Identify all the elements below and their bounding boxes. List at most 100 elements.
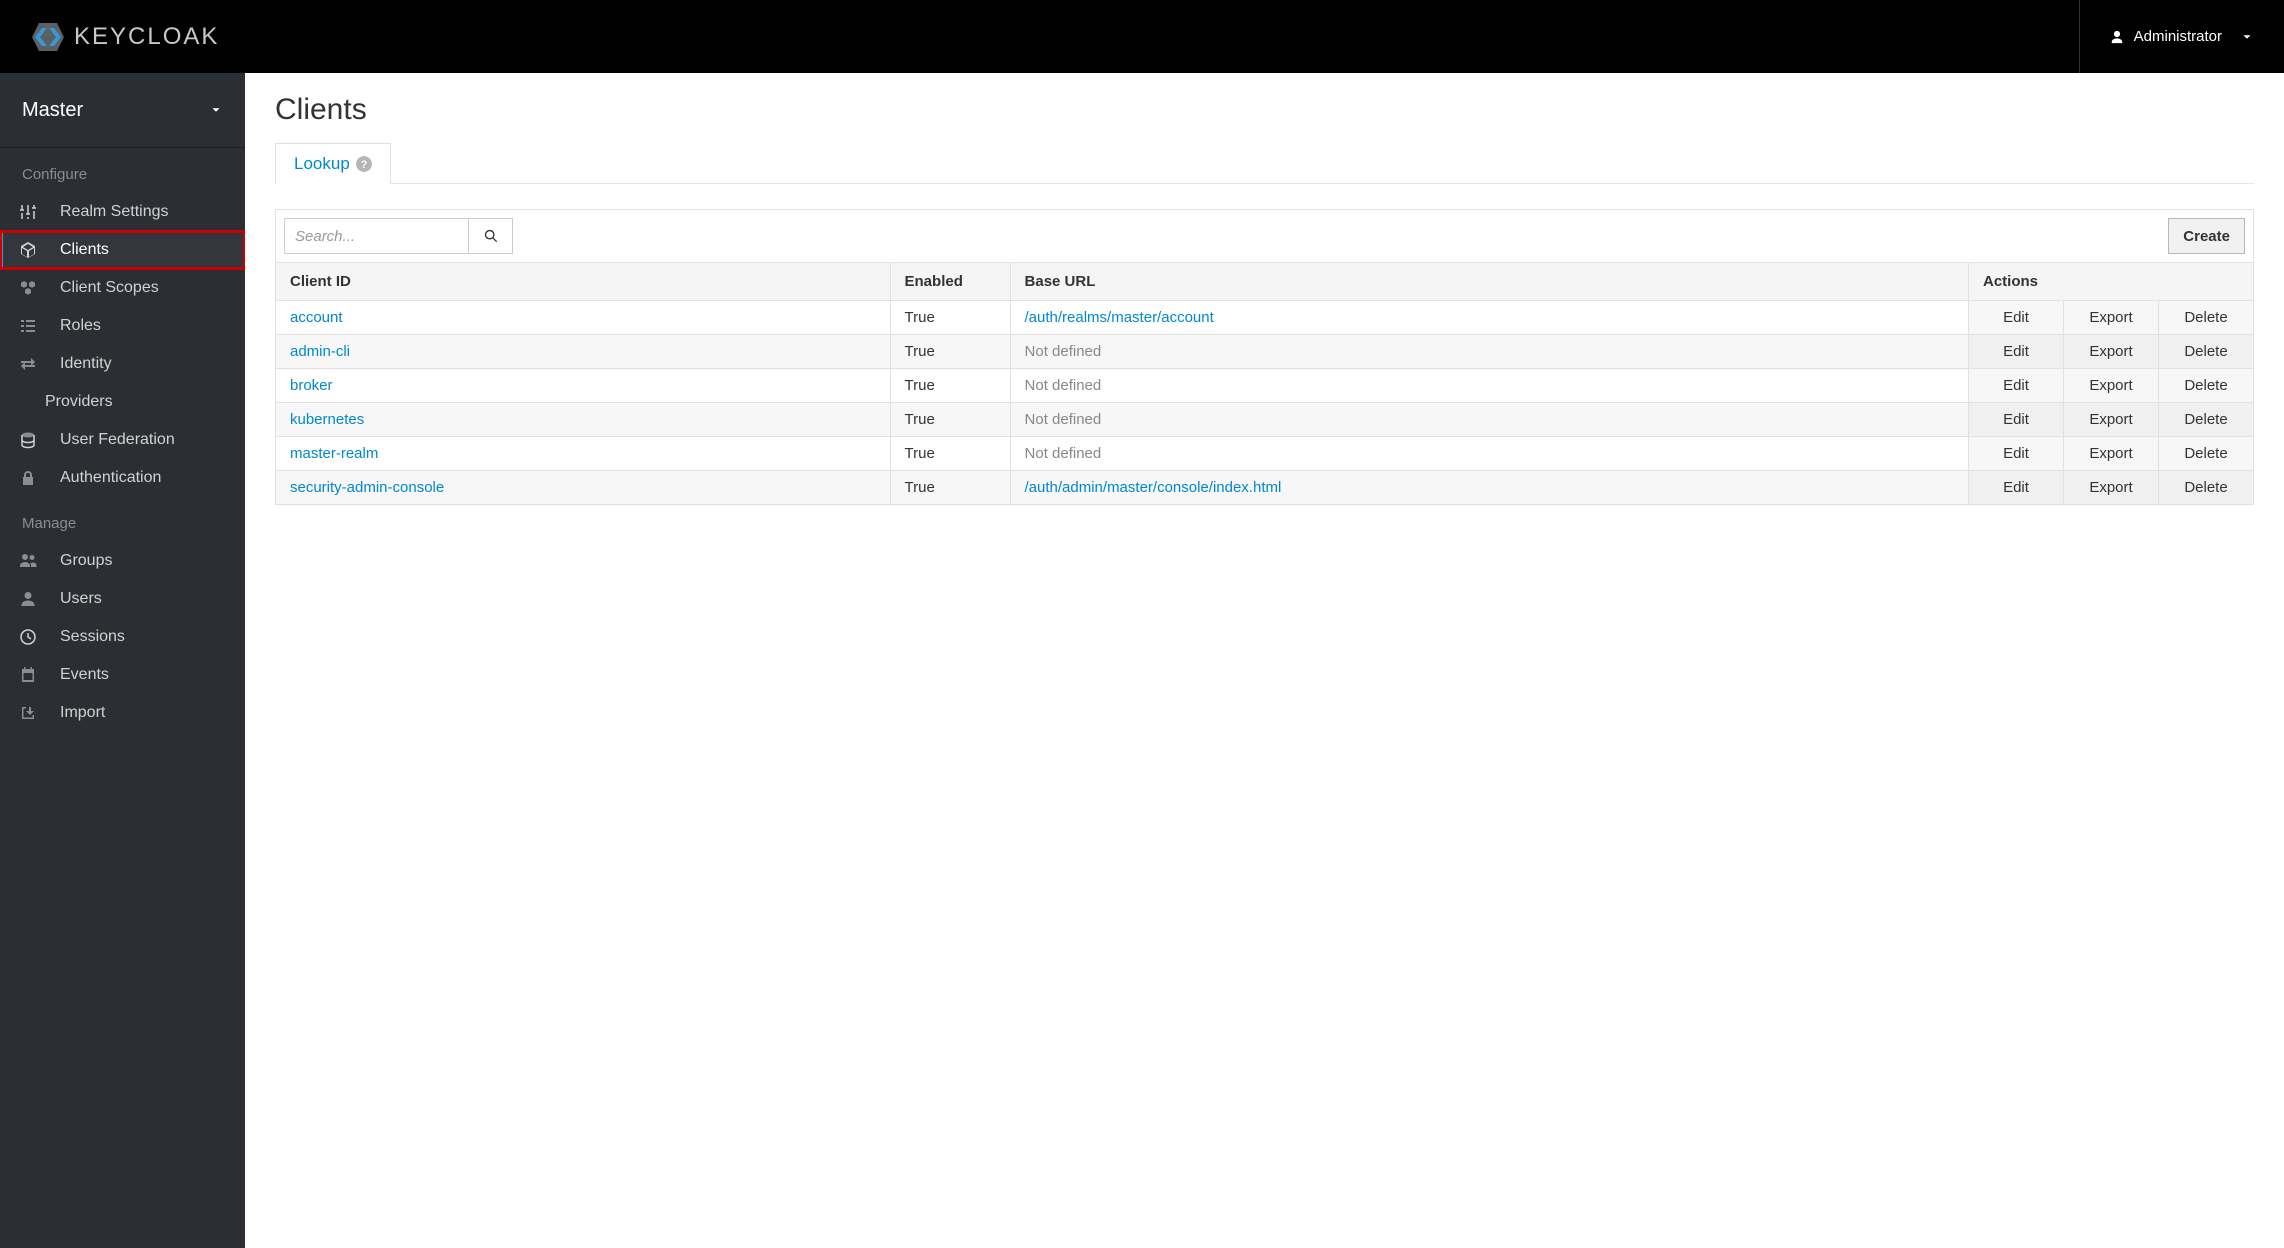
client-id-link[interactable]: account (290, 309, 343, 326)
enabled-cell: True (890, 335, 1010, 369)
page-title: Clients (275, 93, 2254, 127)
sidebar-item-user-federation[interactable]: User Federation (0, 421, 245, 459)
table-row: admin-cli True Not defined Edit Export D… (276, 335, 2254, 369)
table-row: account True /auth/realms/master/account… (276, 301, 2254, 335)
chevron-down-icon (209, 103, 223, 117)
delete-button[interactable]: Delete (2159, 471, 2254, 505)
sidebar-item-label: Realm Settings (60, 203, 169, 221)
table-toolbar: Create (284, 218, 2245, 254)
enabled-cell: True (890, 471, 1010, 505)
sidebar-item-import[interactable]: Import (0, 694, 245, 732)
col-client-id: Client ID (276, 263, 891, 301)
sidebar-item-label: Authentication (60, 469, 161, 487)
delete-button[interactable]: Delete (2159, 369, 2254, 403)
chevron-down-icon (2240, 30, 2254, 44)
edit-button[interactable]: Edit (1969, 471, 2064, 505)
edit-button[interactable]: Edit (1969, 403, 2064, 437)
delete-button[interactable]: Delete (2159, 335, 2254, 369)
base-url[interactable]: /auth/realms/master/account (1025, 309, 1214, 326)
brand-text: KEYCLOAK (74, 23, 219, 51)
base-url: Not defined (1025, 445, 1102, 462)
table-row: broker True Not defined Edit Export Dele… (276, 369, 2254, 403)
client-id-link[interactable]: kubernetes (290, 411, 364, 428)
top-header: KEYCLOAK Administrator (0, 0, 2284, 73)
export-button[interactable]: Export (2064, 471, 2159, 505)
tab-label: Lookup (294, 154, 350, 174)
user-name: Administrator (2134, 28, 2222, 45)
realm-selector[interactable]: Master (0, 73, 245, 148)
base-url[interactable]: /auth/admin/master/console/index.html (1025, 479, 1282, 496)
search-icon (484, 229, 498, 243)
sidebar-item-label: Client Scopes (60, 279, 159, 297)
sidebar-item-label: Identity (60, 355, 112, 373)
sidebar-item-label: User Federation (60, 431, 175, 449)
base-url: Not defined (1025, 377, 1102, 394)
sidebar-item-identity[interactable]: Identity (0, 345, 245, 383)
sidebar-item-users[interactable]: Users (0, 580, 245, 618)
edit-button[interactable]: Edit (1969, 437, 2064, 471)
sidebar-item-sessions[interactable]: Sessions (0, 618, 245, 656)
search-input[interactable] (284, 218, 469, 254)
brand-logo[interactable]: KEYCLOAK (30, 19, 219, 55)
delete-button[interactable]: Delete (2159, 403, 2254, 437)
edit-button[interactable]: Edit (1969, 369, 2064, 403)
sidebar-item-groups[interactable]: Groups (0, 542, 245, 580)
enabled-cell: True (890, 301, 1010, 335)
create-button[interactable]: Create (2168, 218, 2245, 254)
clients-table: Create Client ID Enabled Base URL Action… (275, 209, 2254, 505)
col-enabled: Enabled (890, 263, 1010, 301)
sidebar-item-label: Clients (60, 241, 109, 259)
client-id-link[interactable]: master-realm (290, 445, 378, 462)
export-button[interactable]: Export (2064, 403, 2159, 437)
search-button[interactable] (469, 218, 513, 254)
list-icon (19, 317, 37, 335)
users-icon (19, 552, 37, 570)
user-menu[interactable]: Administrator (2079, 0, 2254, 73)
edit-button[interactable]: Edit (1969, 335, 2064, 369)
realm-name: Master (22, 99, 83, 122)
export-button[interactable]: Export (2064, 335, 2159, 369)
tabs: Lookup ? (275, 142, 2254, 184)
cubes-icon (19, 279, 37, 297)
client-id-link[interactable]: admin-cli (290, 343, 350, 360)
database-icon (19, 431, 37, 449)
lock-icon (19, 469, 37, 487)
delete-button[interactable]: Delete (2159, 437, 2254, 471)
tab-lookup[interactable]: Lookup ? (275, 143, 391, 184)
sidebar-item-client-scopes[interactable]: Client Scopes (0, 269, 245, 307)
export-button[interactable]: Export (2064, 301, 2159, 335)
sidebar-item-clients[interactable]: Clients (0, 231, 245, 269)
edit-button[interactable]: Edit (1969, 301, 2064, 335)
user-icon (19, 590, 37, 608)
base-url: Not defined (1025, 411, 1102, 428)
enabled-cell: True (890, 369, 1010, 403)
export-button[interactable]: Export (2064, 369, 2159, 403)
enabled-cell: True (890, 403, 1010, 437)
help-icon[interactable]: ? (356, 156, 372, 172)
sidebar-item-identity-sub: Providers (0, 383, 245, 421)
exchange-icon (19, 355, 37, 373)
enabled-cell: True (890, 437, 1010, 471)
import-icon (19, 704, 37, 722)
sidebar-item-roles[interactable]: Roles (0, 307, 245, 345)
base-url: Not defined (1025, 343, 1102, 360)
sidebar-item-authentication[interactable]: Authentication (0, 459, 245, 497)
sliders-icon (19, 203, 37, 221)
user-icon (2110, 30, 2124, 44)
client-id-link[interactable]: security-admin-console (290, 479, 444, 496)
section-label: Configure (0, 148, 245, 193)
sidebar-item-events[interactable]: Events (0, 656, 245, 694)
sidebar-item-realm-settings[interactable]: Realm Settings (0, 193, 245, 231)
sidebar-item-label: Groups (60, 552, 112, 570)
export-button[interactable]: Export (2064, 437, 2159, 471)
table-header-row: Client ID Enabled Base URL Actions (276, 263, 2254, 301)
calendar-icon (19, 666, 37, 684)
svg-text:?: ? (360, 159, 367, 171)
client-id-link[interactable]: broker (290, 377, 333, 394)
sidebar-item-label: Roles (60, 317, 101, 335)
col-base-url: Base URL (1010, 263, 1968, 301)
delete-button[interactable]: Delete (2159, 301, 2254, 335)
sidebar-item-label: Events (60, 666, 109, 684)
sidebar-item-label: Users (60, 590, 102, 608)
cube-icon (19, 241, 37, 259)
